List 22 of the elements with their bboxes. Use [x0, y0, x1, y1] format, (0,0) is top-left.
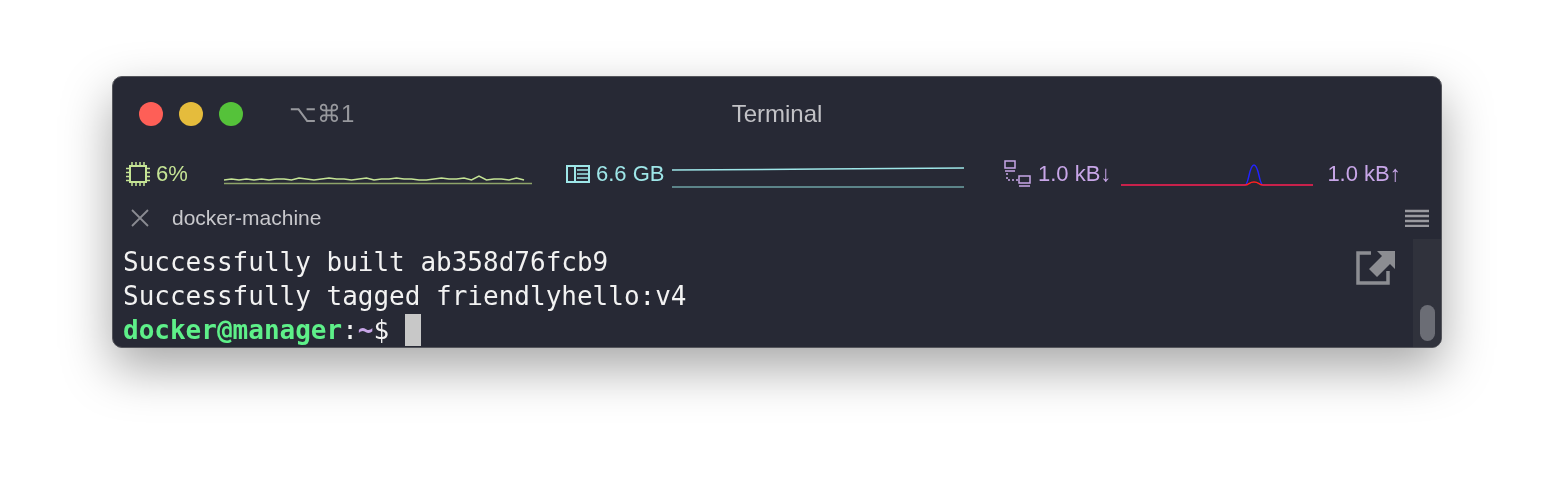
memory-icon [566, 164, 590, 184]
scrollbar-thumb[interactable] [1419, 305, 1435, 341]
prompt-separator: : [342, 314, 358, 347]
cpu-usage: 6% [156, 161, 188, 187]
prompt-path: ~ [357, 314, 374, 347]
minimize-button[interactable] [179, 102, 203, 126]
window-title: Terminal [731, 100, 823, 128]
cpu-icon [126, 161, 150, 187]
window-shortcut: ⌥⌘1 [289, 100, 355, 128]
terminal-output-line: Successfully tagged friendlyhello:v4 [123, 280, 688, 313]
memory-usage: 6.6 GB [596, 161, 665, 187]
close-button[interactable] [139, 102, 163, 126]
menu-icon[interactable] [1405, 209, 1429, 227]
prompt-symbol: $ [373, 314, 390, 347]
zoom-button[interactable] [219, 102, 243, 126]
close-icon[interactable] [130, 208, 150, 228]
prompt-user: docker@manager [123, 314, 343, 347]
download-rate: 1.0 kB↓ [1038, 161, 1112, 187]
tab-title[interactable]: docker-machine [172, 206, 322, 230]
terminal-output-line: Successfully built ab358d76fcb9 [123, 246, 610, 279]
network-icon [1004, 160, 1032, 188]
upload-rate: 1.0 kB↑ [1327, 161, 1401, 187]
